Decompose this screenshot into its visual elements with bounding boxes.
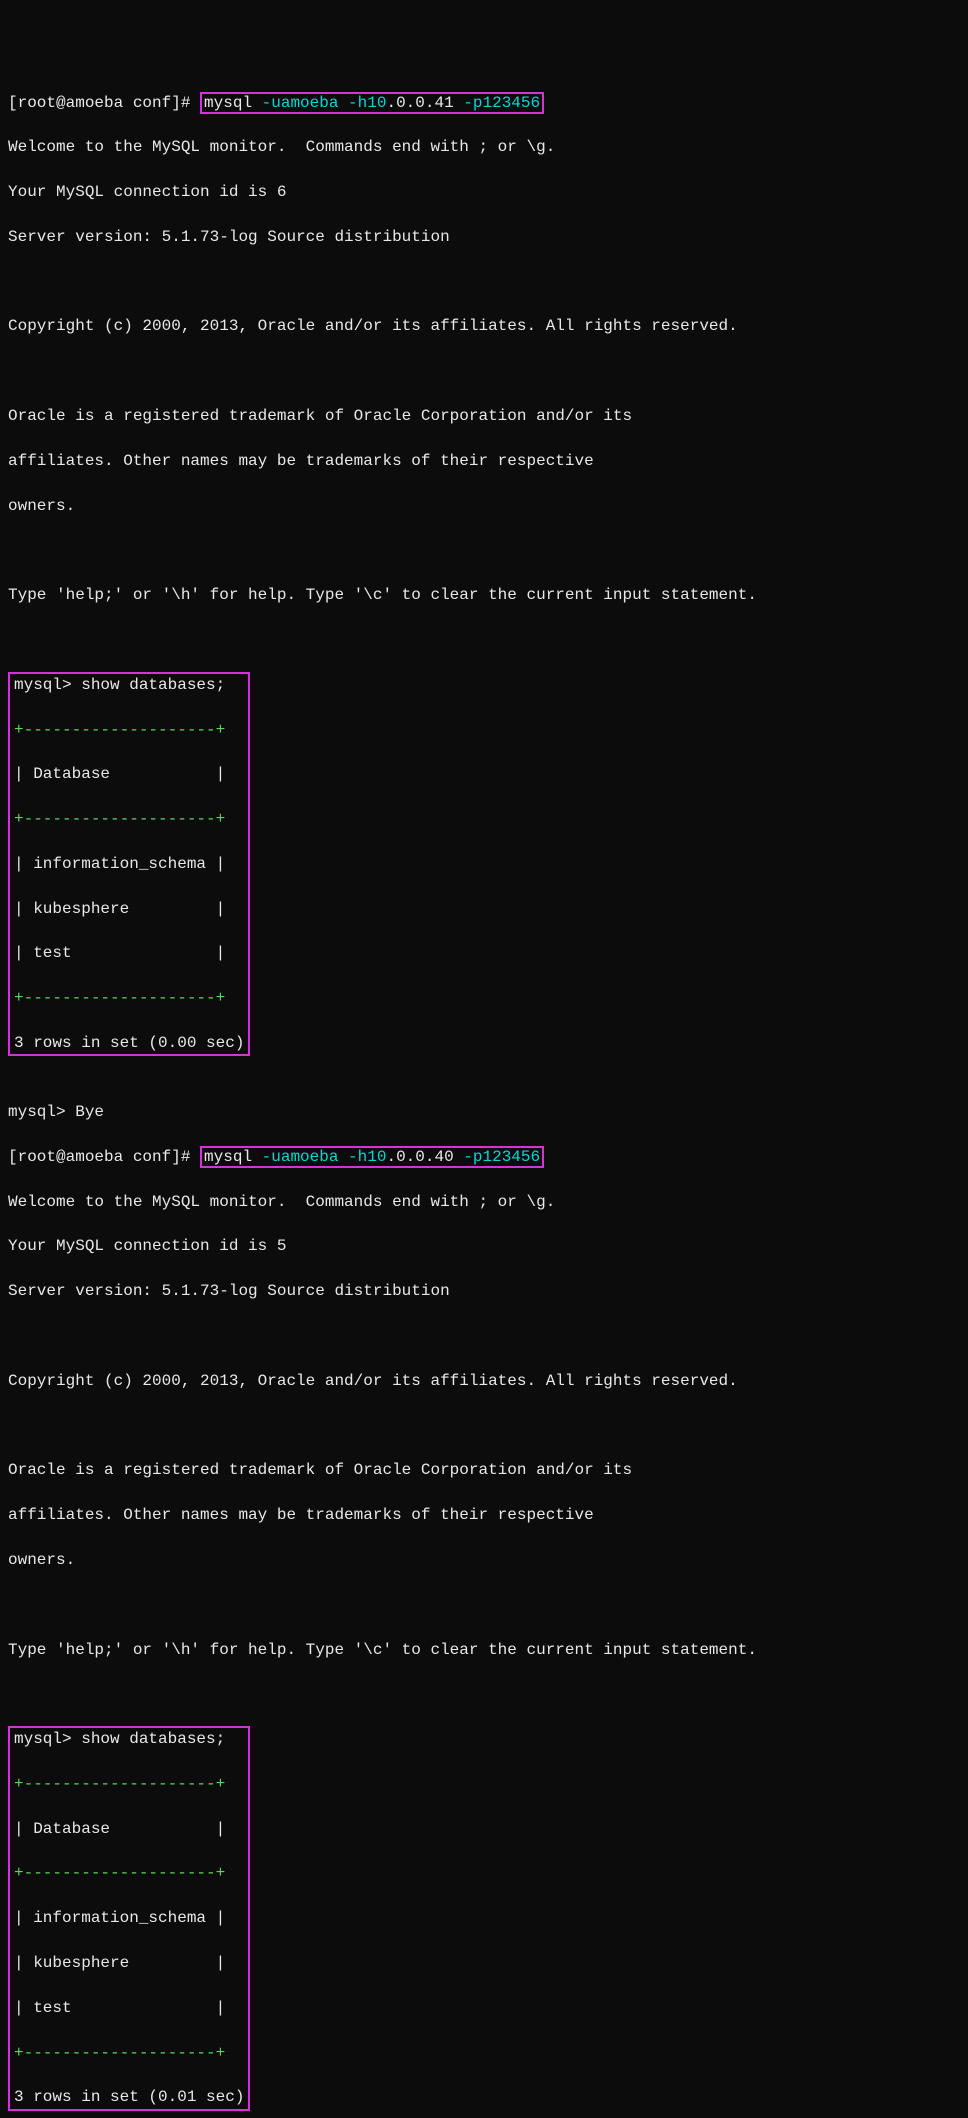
trademark-2a: Oracle is a registered trademark of Orac…: [8, 1459, 960, 1481]
trademark-1b: affiliates. Other names may be trademark…: [8, 450, 960, 472]
rows-msg-1: 3 rows in set (0.00 sec): [14, 1032, 244, 1054]
highlight-dbquery-1: mysql> show databases; +----------------…: [8, 672, 250, 1057]
query-prompt-2: mysql> show databases;: [14, 1728, 244, 1750]
server-version-1: Server version: 5.1.73-log Source distri…: [8, 226, 960, 248]
trademark-2c: owners.: [8, 1549, 960, 1571]
tbl-border: +--------------------+: [14, 808, 244, 830]
cmd-ip: .0.0.40: [386, 1148, 463, 1166]
shell-prompt: [root@amoeba conf]#: [8, 94, 200, 112]
cmd-arg-user-host: -uamoeba -h10: [262, 1148, 387, 1166]
tbl-row-information-schema: | information_schema |: [14, 1907, 244, 1929]
copyright-1: Copyright (c) 2000, 2013, Oracle and/or …: [8, 315, 960, 337]
blank: [8, 1683, 960, 1705]
tbl-row-test: | test |: [14, 942, 244, 964]
blank: [8, 629, 960, 651]
blank: [8, 2111, 960, 2118]
cmd-arg-user-host: -uamoeba -h10: [262, 94, 387, 112]
server-version-2: Server version: 5.1.73-log Source distri…: [8, 1280, 960, 1302]
cmd-pass: -p123456: [463, 94, 540, 112]
tbl-border: +--------------------+: [14, 987, 244, 1009]
conn-id-2: Your MySQL connection id is 5: [8, 1235, 960, 1257]
highlight-command-2: mysql -uamoeba -h10.0.0.40 -p123456: [200, 1146, 544, 1168]
trademark-2b: affiliates. Other names may be trademark…: [8, 1504, 960, 1526]
highlight-dbquery-2: mysql> show databases; +----------------…: [8, 1726, 250, 2111]
tbl-row-information-schema: | information_schema |: [14, 853, 244, 875]
copyright-2: Copyright (c) 2000, 2013, Oracle and/or …: [8, 1370, 960, 1392]
prompt-line-1: [root@amoeba conf]# mysql -uamoeba -h10.…: [8, 92, 960, 114]
blank: [8, 1056, 960, 1078]
cmd-pass: -p123456: [463, 1148, 540, 1166]
cmd-prog: mysql: [204, 1148, 262, 1166]
blank: [8, 360, 960, 382]
blank: [8, 539, 960, 561]
blank: [8, 271, 960, 293]
cmd-prog: mysql: [204, 94, 262, 112]
tbl-row-kubesphere: | kubesphere |: [14, 1952, 244, 1974]
tbl-border: +--------------------+: [14, 1862, 244, 1884]
query-prompt-1: mysql> show databases;: [14, 674, 244, 696]
tbl-header: | Database |: [14, 1818, 244, 1840]
help-line-1: Type 'help;' or '\h' for help. Type '\c'…: [8, 584, 960, 606]
trademark-1c: owners.: [8, 495, 960, 517]
tbl-row-test: | test |: [14, 1997, 244, 2019]
tbl-row-kubesphere: | kubesphere |: [14, 898, 244, 920]
help-line-2: Type 'help;' or '\h' for help. Type '\c'…: [8, 1639, 960, 1661]
prompt-line-2: [root@amoeba conf]# mysql -uamoeba -h10.…: [8, 1146, 960, 1168]
shell-prompt: [root@amoeba conf]#: [8, 1148, 200, 1166]
tbl-border: +--------------------+: [14, 1773, 244, 1795]
tbl-header: | Database |: [14, 763, 244, 785]
tbl-border: +--------------------+: [14, 2042, 244, 2064]
blank: [8, 1325, 960, 1347]
cmd-ip: .0.0.41: [386, 94, 463, 112]
blank: [8, 1594, 960, 1616]
highlight-command-1: mysql -uamoeba -h10.0.0.41 -p123456: [200, 92, 544, 114]
trademark-1a: Oracle is a registered trademark of Orac…: [8, 405, 960, 427]
tbl-border: +--------------------+: [14, 719, 244, 741]
welcome-1: Welcome to the MySQL monitor. Commands e…: [8, 136, 960, 158]
blank: [8, 1415, 960, 1437]
rows-msg-2: 3 rows in set (0.01 sec): [14, 2086, 244, 2108]
welcome-2: Welcome to the MySQL monitor. Commands e…: [8, 1191, 960, 1213]
bye-1: mysql> Bye: [8, 1101, 960, 1123]
conn-id-1: Your MySQL connection id is 6: [8, 181, 960, 203]
